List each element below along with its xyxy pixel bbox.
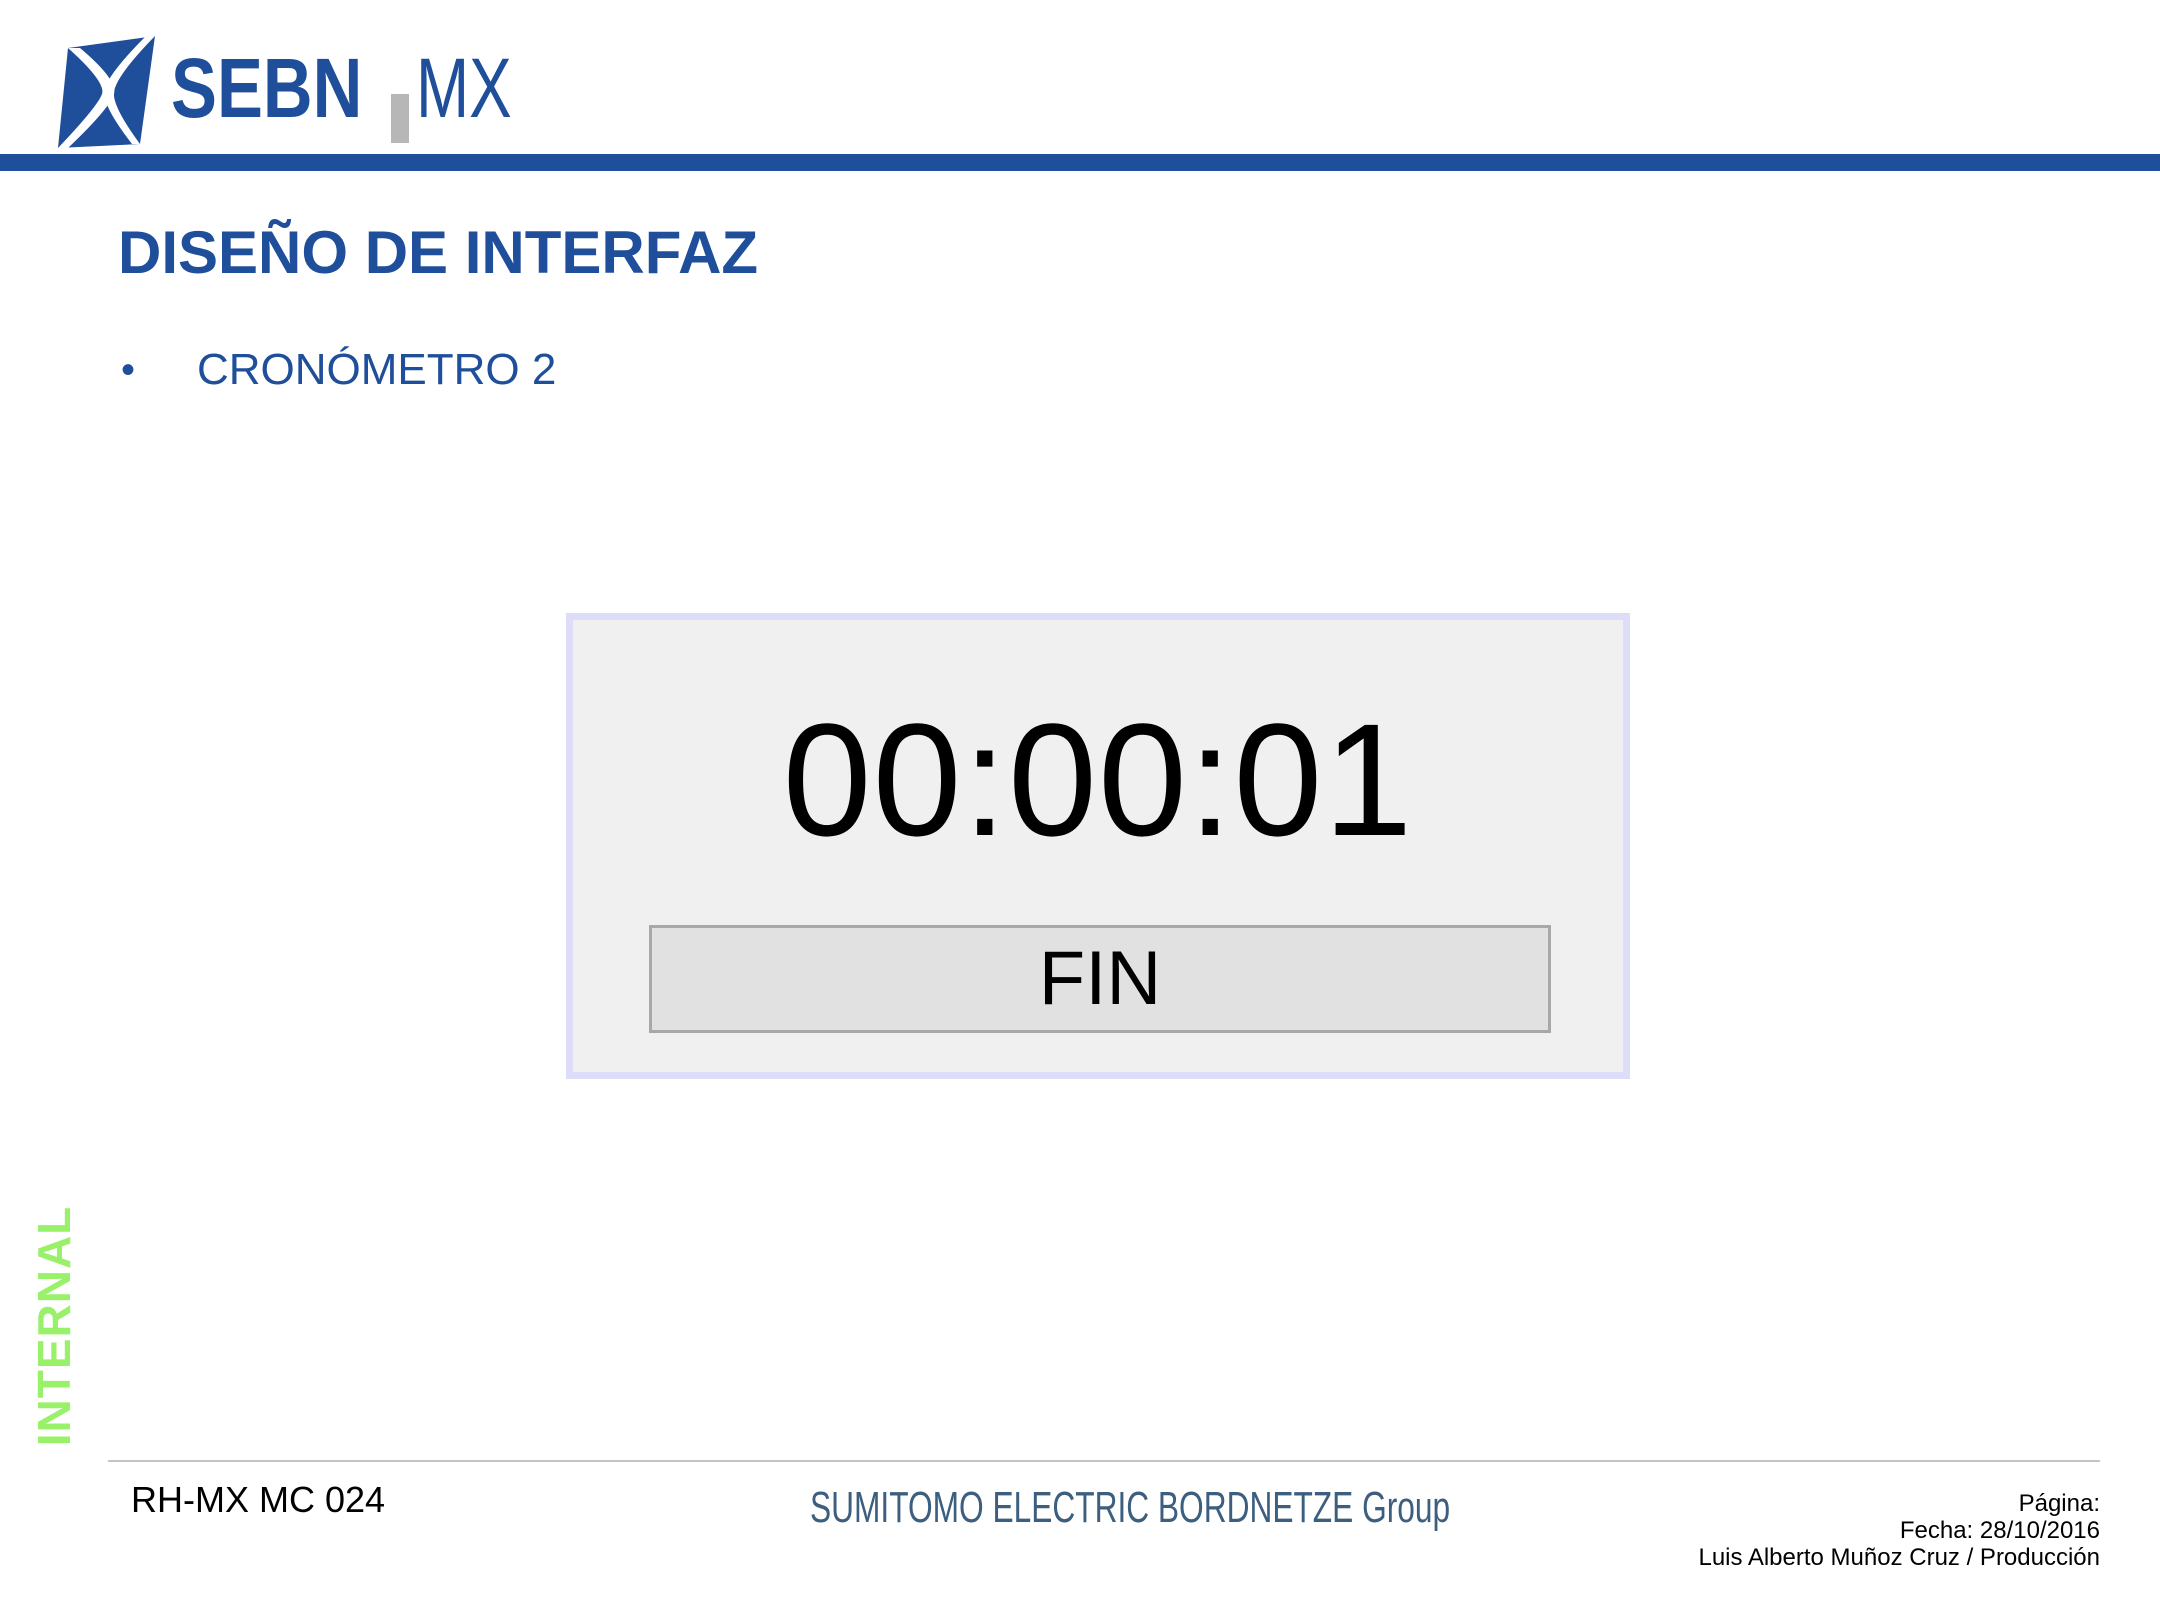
sebn-mx-logo: SEBN MX [58, 36, 512, 148]
bullet-text: CRONÓMETRO 2 [197, 345, 557, 394]
page-title: DISEÑO DE INTERFAZ [118, 219, 759, 286]
slide: SEBN MX DISEÑO DE INTERFAZ • CRONÓMETRO … [0, 0, 2160, 1616]
logo-brand-secondary: MX [416, 41, 512, 135]
date-label: Fecha: 28/10/2016 [1899, 1517, 2100, 1544]
classification-label: INTERNAL [28, 1205, 80, 1447]
logo-separator-bar [391, 94, 409, 143]
footer-meta: Página: Fecha: 28/10/2016 Luis Alberto M… [1698, 1490, 2100, 1571]
stopwatch-window: 00:00:01 FIN [566, 613, 1630, 1079]
stopwatch-display: 00:00:01 [782, 690, 1414, 869]
sebn-logo-mark-icon [58, 36, 155, 148]
logo-brand-primary: SEBN [171, 41, 363, 135]
page-label: Página: [2018, 1490, 2100, 1517]
footer-brand: SUMITOMO ELECTRIC BORDNETZE Group [810, 1483, 1451, 1532]
fin-button[interactable]: FIN [649, 925, 1551, 1033]
bullet-marker: • [121, 348, 136, 392]
footer-divider [108, 1460, 2100, 1462]
header-band [0, 154, 2160, 171]
document-code: RH-MX MC 024 [131, 1479, 386, 1520]
author-label: Luis Alberto Muñoz Cruz / Producción [1698, 1544, 2100, 1571]
